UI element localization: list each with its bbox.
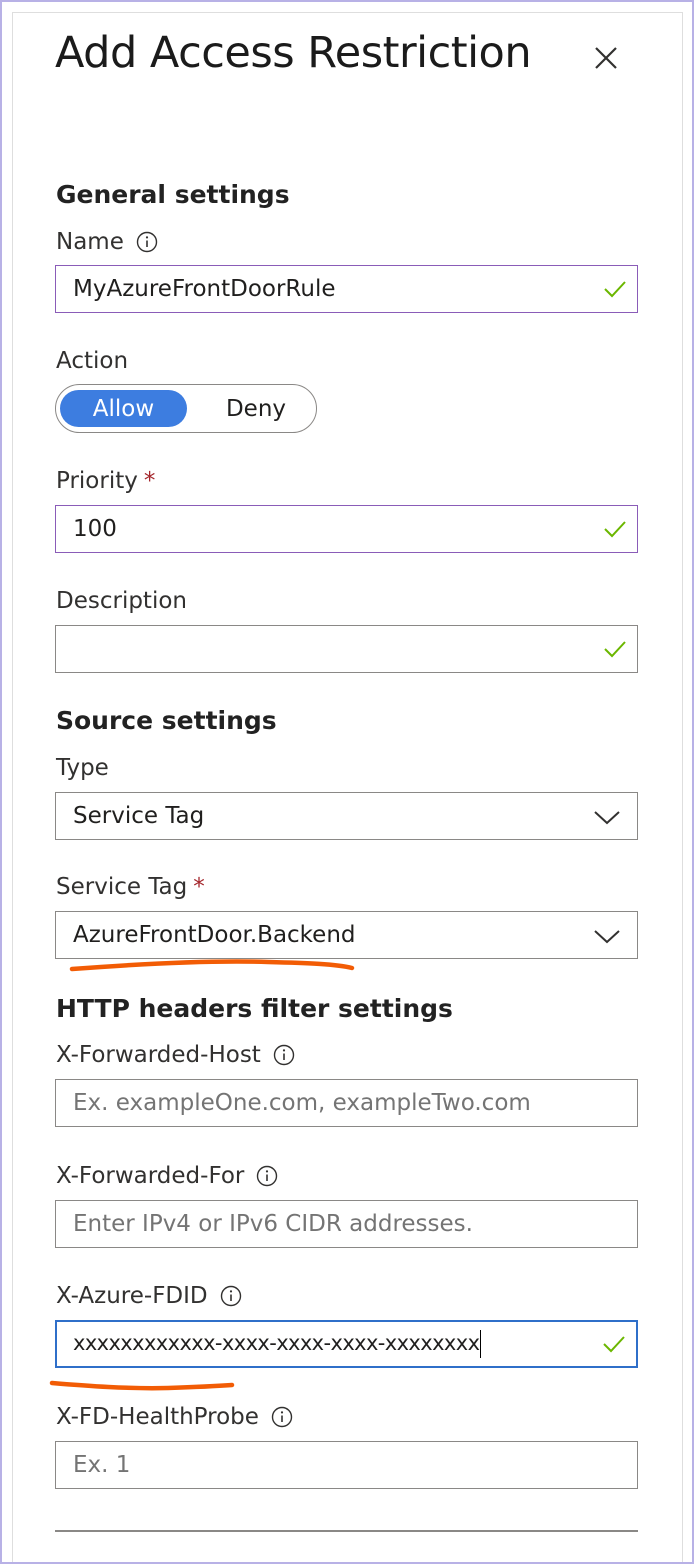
forwarded-for-label: X-Forwarded-For xyxy=(56,1163,245,1189)
forwarded-for-label-row: X-Forwarded-For xyxy=(56,1163,278,1189)
chevron-down-icon xyxy=(594,811,620,825)
general-settings-heading: General settings xyxy=(56,180,290,209)
chevron-down-icon xyxy=(594,930,620,944)
healthprobe-label-row: X-FD-HealthProbe xyxy=(56,1404,293,1430)
forwarded-for-input[interactable]: Enter IPv4 or IPv6 CIDR addresses. xyxy=(55,1200,638,1248)
forwarded-host-label: X-Forwarded-Host xyxy=(56,1042,261,1068)
info-icon[interactable] xyxy=(136,231,158,253)
http-headers-heading: HTTP headers filter settings xyxy=(56,994,453,1023)
description-label: Description xyxy=(56,588,187,614)
service-tag-dropdown-value: AzureFrontDoor.Backend xyxy=(73,922,356,948)
priority-input-value: 100 xyxy=(73,516,117,542)
info-icon[interactable] xyxy=(271,1406,293,1428)
fdid-input[interactable]: xxxxxxxxxxxx-xxxx-xxxx-xxxx-xxxxxxxx xyxy=(55,1320,638,1368)
priority-label-row: Priority * xyxy=(56,468,155,494)
fdid-label: X-Azure-FDID xyxy=(56,1283,208,1309)
fdid-input-value-wrap: xxxxxxxxxxxx-xxxx-xxxx-xxxx-xxxxxxxx xyxy=(73,1330,482,1358)
description-input[interactable] xyxy=(55,625,638,673)
healthprobe-label: X-FD-HealthProbe xyxy=(56,1404,259,1430)
type-dropdown-value: Service Tag xyxy=(73,803,205,829)
name-input[interactable]: MyAzureFrontDoorRule xyxy=(55,265,638,313)
priority-label: Priority xyxy=(56,468,138,494)
healthprobe-placeholder: Ex. 1 xyxy=(73,1452,131,1478)
forwarded-host-placeholder: Ex. exampleOne.com, exampleTwo.com xyxy=(73,1090,531,1116)
action-allow-option[interactable]: Allow xyxy=(60,390,187,427)
name-input-value: MyAzureFrontDoorRule xyxy=(73,276,336,302)
checkmark-icon xyxy=(604,281,626,298)
name-label-row: Name xyxy=(56,229,158,255)
service-tag-label: Service Tag xyxy=(56,874,188,900)
action-label: Action xyxy=(56,348,129,374)
annotation-underline xyxy=(49,1380,235,1391)
forwarded-host-input[interactable]: Ex. exampleOne.com, exampleTwo.com xyxy=(55,1079,638,1127)
info-icon[interactable] xyxy=(220,1285,242,1307)
info-icon[interactable] xyxy=(256,1165,278,1187)
service-tag-label-row: Service Tag * xyxy=(56,874,205,900)
name-label: Name xyxy=(56,229,124,255)
type-label: Type xyxy=(56,755,109,781)
healthprobe-input[interactable]: Ex. 1 xyxy=(55,1441,638,1489)
action-toggle[interactable]: Allow Deny xyxy=(55,384,317,433)
source-settings-heading: Source settings xyxy=(56,706,277,735)
text-caret xyxy=(480,1330,482,1358)
required-marker: * xyxy=(193,874,205,900)
action-deny-option[interactable]: Deny xyxy=(206,390,306,427)
forwarded-host-label-row: X-Forwarded-Host xyxy=(56,1042,295,1068)
annotation-underline xyxy=(69,959,355,972)
fdid-label-row: X-Azure-FDID xyxy=(56,1283,242,1309)
checkmark-icon xyxy=(603,1336,625,1353)
service-tag-dropdown[interactable]: AzureFrontDoor.Backend xyxy=(55,911,638,959)
required-marker: * xyxy=(143,468,156,494)
type-dropdown[interactable]: Service Tag xyxy=(55,792,638,840)
forwarded-for-placeholder: Enter IPv4 or IPv6 CIDR addresses. xyxy=(73,1211,473,1237)
dialog-title: Add Access Restriction xyxy=(55,28,532,78)
priority-input[interactable]: 100 xyxy=(55,505,638,553)
divider xyxy=(55,1530,638,1532)
checkmark-icon xyxy=(604,641,626,658)
info-icon[interactable] xyxy=(273,1044,295,1066)
checkmark-icon xyxy=(604,521,626,538)
fdid-input-value: xxxxxxxxxxxx-xxxx-xxxx-xxxx-xxxxxxxx xyxy=(73,1331,480,1355)
close-icon[interactable] xyxy=(592,44,620,72)
